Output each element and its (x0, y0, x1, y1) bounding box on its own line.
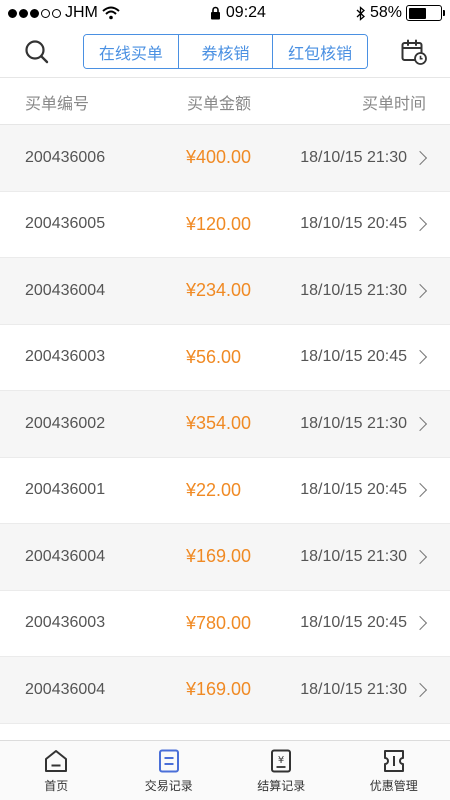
column-time-label: 买单时间 (361, 95, 426, 113)
column-id-label: 买单编号 (25, 95, 90, 113)
order-amount: ¥169.00 (186, 679, 252, 700)
order-id: 200436003 (25, 348, 106, 366)
bluetooth-icon (356, 5, 365, 21)
order-time: 18/10/15 20:45 (300, 215, 407, 233)
chevron-right-icon (412, 549, 428, 564)
chevron-right-icon (412, 350, 428, 365)
order-row[interactable]: 200436004 ¥169.00 18/10/15 21:30 (0, 524, 450, 591)
order-time: 18/10/15 21:30 (300, 547, 407, 565)
segment-redpacket-verify[interactable]: 红包核销 (273, 35, 367, 68)
status-bar: JHM 09:24 58% (0, 0, 450, 26)
chevron-right-icon (412, 483, 428, 498)
chevron-right-icon (412, 150, 428, 165)
chevron-right-icon (412, 616, 428, 631)
segment-control: 在线买单 券核销 红包核销 (83, 34, 368, 69)
carrier-group: JHM (8, 4, 120, 22)
search-icon[interactable] (23, 38, 51, 66)
order-time: 18/10/15 21:30 (300, 148, 407, 166)
chevron-right-icon (412, 682, 428, 697)
tab-transactions-label: 交易记录 (144, 778, 193, 793)
clock-group: 09:24 (210, 4, 266, 22)
order-id: 200436005 (25, 215, 106, 233)
chevron-right-icon (412, 283, 428, 298)
coupon-icon (383, 749, 404, 772)
order-time: 18/10/15 20:45 (300, 481, 407, 499)
order-row[interactable]: 200436006 ¥400.00 18/10/15 21:30 (0, 125, 450, 192)
order-amount: ¥354.00 (186, 413, 252, 434)
chevron-right-icon (412, 217, 428, 232)
order-time: 18/10/15 21:30 (300, 414, 407, 432)
tab-transactions[interactable]: 交易记录 (113, 741, 226, 800)
tab-coupon[interactable]: 优惠管理 (338, 741, 450, 800)
order-row[interactable]: 200436002 ¥354.00 18/10/15 21:30 (0, 391, 450, 458)
order-amount: ¥120.00 (186, 213, 252, 234)
order-row[interactable]: 200436001 ¥22.00 18/10/15 20:45 (0, 457, 450, 524)
order-id: 200436001 (25, 481, 106, 499)
transactions-icon (158, 749, 179, 772)
top-bar: 在线买单 券核销 红包核销 (0, 26, 450, 78)
svg-text:¥: ¥ (278, 755, 284, 766)
tab-settlement-label: 结算记录 (257, 778, 306, 793)
battery-icon (406, 5, 445, 21)
order-row[interactable]: 200436003 ¥780.00 18/10/15 20:45 (0, 590, 450, 657)
segment-online-payment[interactable]: 在线买单 (84, 35, 179, 68)
order-id: 200436006 (25, 148, 106, 166)
wifi-icon (102, 6, 120, 20)
order-amount: ¥234.00 (186, 280, 252, 301)
tab-home-label: 首页 (44, 778, 69, 793)
order-id: 200436003 (25, 614, 106, 632)
order-amount: ¥400.00 (186, 147, 252, 168)
order-amount: ¥56.00 (186, 346, 242, 367)
tab-coupon-label: 优惠管理 (369, 778, 418, 793)
bottom-tab-bar: 首页 交易记录 ¥ 结算记录 优惠管理 (0, 740, 450, 800)
order-list: 200436006 ¥400.00 18/10/15 21:30 2004360… (0, 125, 450, 740)
column-header: 买单编号 买单金额 买单时间 (0, 79, 450, 125)
chevron-right-icon (412, 416, 428, 431)
order-amount: ¥22.00 (186, 479, 242, 500)
home-icon (45, 749, 68, 772)
order-row[interactable]: 200436003 ¥56.00 18/10/15 20:45 (0, 324, 450, 391)
order-amount: ¥169.00 (186, 546, 252, 567)
order-time: 18/10/15 20:45 (300, 614, 407, 632)
carrier-label: JHM (65, 4, 98, 21)
clock: 09:24 (225, 4, 266, 21)
order-row[interactable]: 200436005 ¥120.00 18/10/15 20:45 (0, 191, 450, 258)
settlement-icon: ¥ (271, 749, 292, 772)
order-time: 18/10/15 21:30 (300, 281, 407, 299)
calendar-icon[interactable] (400, 38, 428, 66)
segment-coupon-verify[interactable]: 券核销 (178, 35, 274, 68)
order-row[interactable]: 200436004 ¥169.00 18/10/15 21:30 (0, 657, 450, 724)
tab-home[interactable]: 首页 (0, 741, 113, 800)
order-row[interactable]: 200436004 ¥234.00 18/10/15 21:30 (0, 258, 450, 325)
order-time: 18/10/15 21:30 (300, 680, 407, 698)
tab-settlement[interactable]: ¥ 结算记录 (225, 741, 338, 800)
battery-group: 58% (356, 4, 445, 22)
battery-percent: 58% (369, 4, 402, 21)
column-amount-label: 买单金额 (187, 95, 252, 113)
order-id: 200436004 (25, 281, 106, 299)
lock-icon (210, 6, 220, 20)
order-time: 18/10/15 20:45 (300, 348, 407, 366)
signal-icon (8, 8, 61, 18)
order-id: 200436004 (25, 680, 106, 698)
order-id: 200436004 (25, 547, 106, 565)
order-id: 200436002 (25, 414, 106, 432)
order-amount: ¥780.00 (186, 612, 252, 633)
